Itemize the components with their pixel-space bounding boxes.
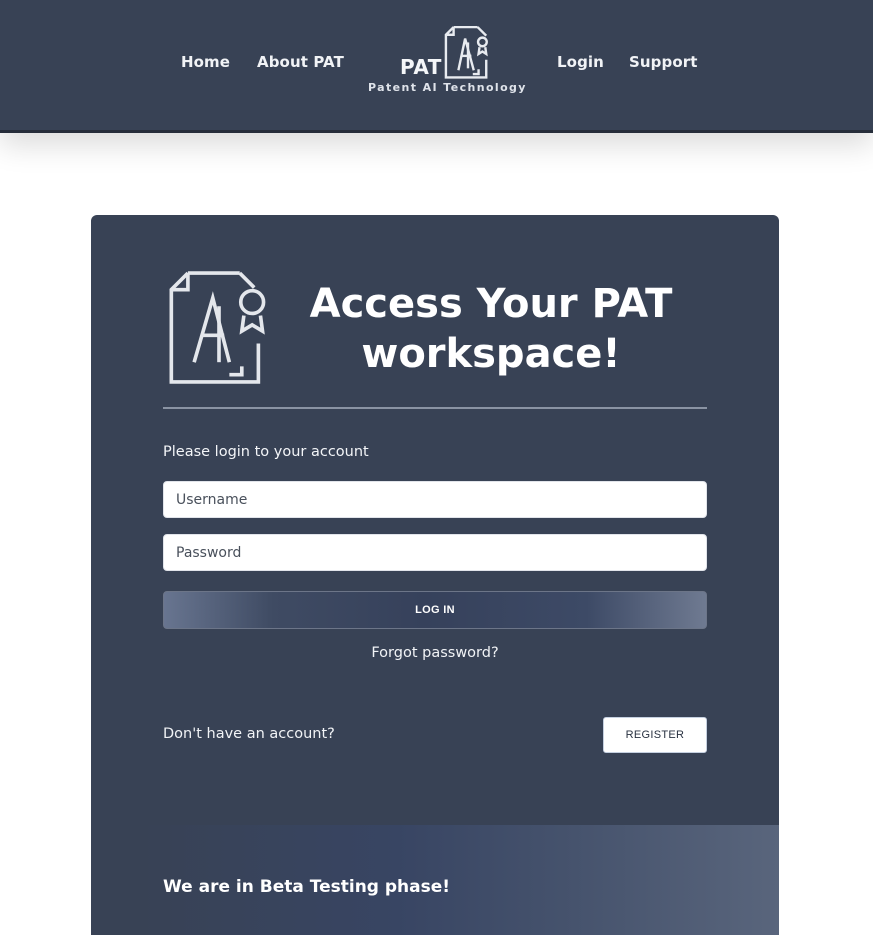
brand-tagline: Patent AI Technology bbox=[368, 81, 527, 94]
password-input[interactable] bbox=[163, 534, 707, 571]
beta-notice: We are in Beta Testing phase! bbox=[163, 877, 451, 897]
forgot-password-link[interactable]: Forgot password? bbox=[91, 645, 779, 661]
title-divider bbox=[163, 407, 707, 409]
brand-logo[interactable]: PAT Patent AI Technology bbox=[366, 24, 526, 100]
top-navbar: Home About PAT PAT Patent AI Technology … bbox=[0, 0, 873, 133]
brand-name: PAT bbox=[400, 55, 442, 79]
nav-about-link[interactable]: About PAT bbox=[257, 53, 344, 71]
patent-ai-logo-icon bbox=[444, 26, 488, 79]
login-prompt: Please login to your account bbox=[163, 444, 369, 460]
nav-support-link[interactable]: Support bbox=[629, 53, 698, 71]
register-button[interactable]: REGISTER bbox=[603, 717, 707, 753]
patent-ai-logo-icon bbox=[169, 271, 266, 384]
page-title: Access Your PAT workspace! bbox=[309, 281, 673, 377]
login-card: Access Your PAT workspace! Please login … bbox=[91, 215, 779, 935]
no-account-text: Don't have an account? bbox=[163, 726, 335, 742]
beta-banner: We are in Beta Testing phase! bbox=[142, 825, 779, 935]
login-button[interactable]: LOG IN bbox=[163, 591, 707, 629]
nav-home-link[interactable]: Home bbox=[181, 53, 230, 71]
nav-login-link[interactable]: Login bbox=[557, 53, 604, 71]
username-input[interactable] bbox=[163, 481, 707, 518]
